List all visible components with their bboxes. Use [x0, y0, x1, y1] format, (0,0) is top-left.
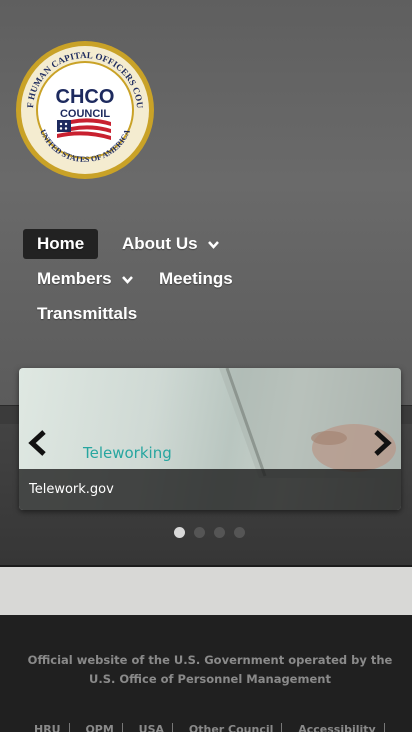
site-footer: Official website of the U.S. Government …	[0, 615, 412, 732]
content-strip	[0, 565, 412, 615]
nav-transmittals[interactable]: Transmittals	[23, 299, 151, 329]
chevron-down-icon	[122, 275, 134, 284]
logo-chco: CHCO	[56, 86, 115, 108]
official-website-notice: Official website of the U.S. Government …	[27, 653, 393, 686]
carousel-dot-1[interactable]	[174, 527, 185, 538]
chco-council-logo[interactable]: CHIEF HUMAN CAPITAL OFFICERS COUNCIL UNI…	[15, 40, 155, 180]
footer-link-usa[interactable]: USA	[127, 723, 174, 732]
nav-members[interactable]: Members	[23, 264, 147, 294]
nav-members-label: Members	[37, 269, 112, 288]
footer-link-other-council[interactable]: Other Council	[177, 723, 283, 732]
nav-home-label: Home	[37, 234, 85, 253]
image-carousel[interactable]: Teleworking Telework.gov	[19, 368, 401, 510]
nav-about-us[interactable]: About Us	[108, 229, 233, 259]
footer-link-opm[interactable]: OPM	[73, 723, 123, 732]
slide-title: Teleworking	[83, 444, 172, 462]
footer-links: HRU OPM USA Other Council Accessibility	[22, 723, 402, 732]
nav-meetings[interactable]: Meetings	[145, 264, 247, 294]
nav-meetings-label: Meetings	[159, 269, 233, 288]
nav-home[interactable]: Home	[23, 229, 99, 259]
footer-link-hru[interactable]: HRU	[22, 723, 70, 732]
chevron-right-icon[interactable]	[371, 430, 393, 456]
site-header: CHIEF HUMAN CAPITAL OFFICERS COUNCIL UNI…	[0, 0, 412, 405]
carousel-dot-2[interactable]	[194, 527, 205, 538]
nav-about-us-label: About Us	[122, 234, 198, 253]
carousel-dot-3[interactable]	[214, 527, 225, 538]
caption-bar: Telework.gov	[19, 469, 401, 510]
chevron-left-icon[interactable]	[27, 430, 49, 456]
nav-transmittals-label: Transmittals	[37, 304, 138, 323]
chevron-down-icon	[208, 240, 220, 249]
logo-council: COUNCIL	[60, 108, 110, 120]
slide-caption[interactable]: Telework.gov	[29, 482, 114, 497]
carousel-dot-4[interactable]	[234, 527, 245, 538]
footer-link-accessibility[interactable]: Accessibility	[286, 723, 385, 732]
